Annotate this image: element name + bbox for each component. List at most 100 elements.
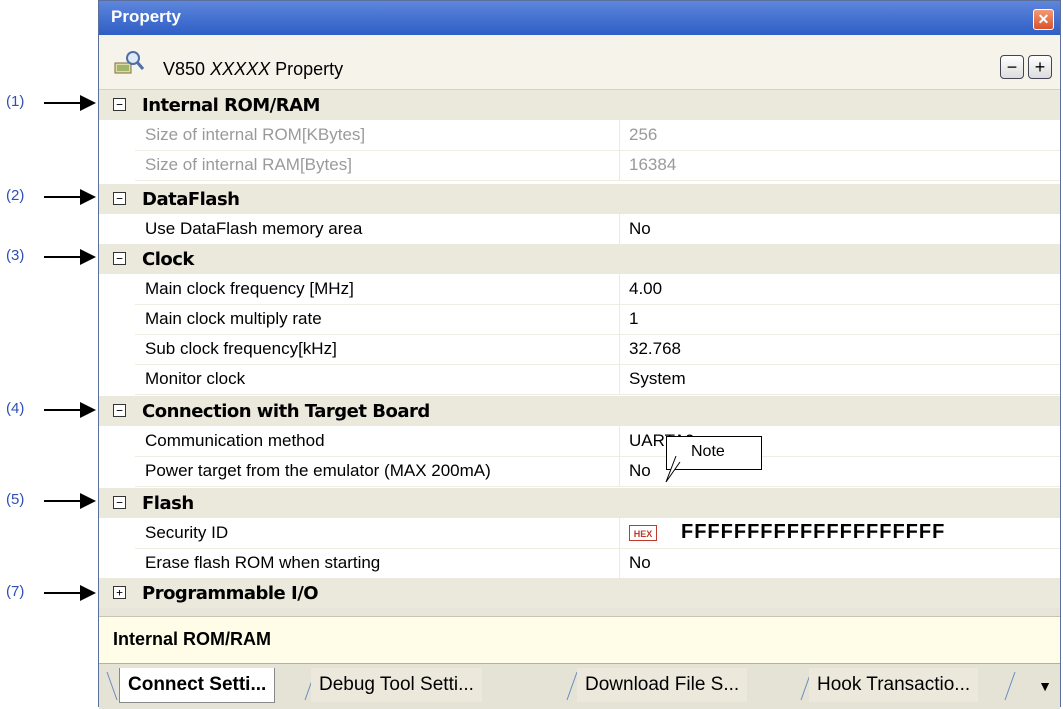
collapse-icon[interactable]: − <box>113 98 126 111</box>
arrow-line <box>44 409 80 411</box>
property-row-main-clock-frequency[interactable]: Main clock frequency [MHz] 4.00 <box>135 274 1060 305</box>
category-programmable-io[interactable]: + Programmable I/O <box>99 578 1060 608</box>
collapse-icon[interactable]: − <box>113 496 126 509</box>
column-divider <box>619 274 620 304</box>
debug-tool-icon <box>114 51 145 74</box>
property-name: Use DataFlash memory area <box>145 219 363 238</box>
property-row-rom-size[interactable]: Size of internal ROM[KBytes] 256 <box>135 120 1060 151</box>
property-row-main-clock-multiply[interactable]: Main clock multiply rate 1 <box>135 304 1060 335</box>
arrow-line <box>44 196 80 198</box>
arrow-right-icon <box>80 402 96 418</box>
column-divider <box>619 120 620 150</box>
arrow-line <box>44 592 80 594</box>
category-clock[interactable]: − Clock <box>99 244 1060 274</box>
callout-4: (4) <box>0 399 100 421</box>
tab-separator <box>1004 671 1016 701</box>
category-flash[interactable]: − Flash <box>99 488 1060 518</box>
callout-number: (3) <box>6 247 25 264</box>
property-name: Communication method <box>145 431 325 450</box>
collapse-icon[interactable]: − <box>113 404 126 417</box>
note-label: Note <box>691 443 725 460</box>
tab-debug-tool-settings[interactable]: Debug Tool Setti... <box>311 668 482 702</box>
property-row-ram-size[interactable]: Size of internal RAM[Bytes] 16384 <box>135 150 1060 181</box>
column-divider <box>619 214 620 244</box>
property-row-communication-method[interactable]: Communication method UARTA0 <box>135 426 1060 457</box>
column-divider <box>619 548 620 578</box>
property-value: System <box>629 369 686 388</box>
column-divider <box>619 334 620 364</box>
property-name: Power target from the emulator (MAX 200m… <box>145 461 491 480</box>
expand-all-button[interactable]: + <box>1028 55 1052 79</box>
property-name: Security ID <box>145 523 229 542</box>
expand-icon[interactable]: + <box>113 586 126 599</box>
window-title: Property <box>111 7 181 26</box>
property-row-security-id[interactable]: Security ID HEX FFFFFFFFFFFFFFFFFFFF <box>135 518 1060 549</box>
arrow-right-icon <box>80 493 96 509</box>
callout-number: (4) <box>6 400 25 417</box>
category-label: Programmable I/O <box>142 583 319 604</box>
category-label: Flash <box>142 493 194 514</box>
property-value: 32.768 <box>629 339 681 358</box>
category-label: Connection with Target Board <box>142 401 430 422</box>
close-icon: ✕ <box>1037 11 1050 27</box>
tab-bar: Connect Setti... Debug Tool Setti... Dow… <box>99 663 1060 709</box>
property-name: Sub clock frequency[kHz] <box>145 339 337 358</box>
column-divider <box>619 456 620 486</box>
callout-3: (3) <box>0 246 100 268</box>
title-bar[interactable]: Property ✕ <box>99 1 1060 35</box>
collapse-icon[interactable]: − <box>113 252 126 265</box>
property-value: 4.00 <box>629 279 663 298</box>
tab-connect-settings[interactable]: Connect Setti... <box>119 668 276 703</box>
tab-separator <box>106 671 118 701</box>
property-value: No <box>629 219 651 238</box>
callout-number: (1) <box>6 93 25 110</box>
callout-number: (2) <box>6 187 25 204</box>
category-internal-rom-ram[interactable]: − Internal ROM/RAM <box>99 90 1060 120</box>
collapse-icon[interactable]: − <box>113 192 126 205</box>
property-name: Size of internal ROM[KBytes] <box>145 125 366 144</box>
arrow-line <box>44 256 80 258</box>
property-row-sub-clock-frequency[interactable]: Sub clock frequency[kHz] 32.768 <box>135 334 1060 365</box>
header-title: V850 XXXXX Property <box>163 59 344 79</box>
category-dataflash[interactable]: − DataFlash <box>99 184 1060 214</box>
security-id-value[interactable]: FFFFFFFFFFFFFFFFFFFF <box>681 521 945 544</box>
column-divider <box>619 426 620 456</box>
tab-list-dropdown-icon[interactable]: ▼ <box>1038 678 1052 694</box>
property-name: Monitor clock <box>145 369 246 388</box>
property-grid: − Internal ROM/RAM Size of internal ROM[… <box>99 90 1060 608</box>
collapse-all-button[interactable]: − <box>1000 55 1024 79</box>
arrow-right-icon <box>80 95 96 111</box>
close-button[interactable]: ✕ <box>1033 9 1054 30</box>
hex-badge: HEX <box>629 525 657 541</box>
property-window: Property ✕ V850 XXXXX Property − + − Int… <box>98 0 1061 709</box>
callout-5: (5) <box>0 490 100 512</box>
category-connection-target-board[interactable]: − Connection with Target Board <box>99 396 1060 426</box>
note-pointer <box>665 455 681 483</box>
property-row-erase-flash[interactable]: Erase flash ROM when starting No <box>135 548 1060 579</box>
property-value: No <box>629 461 651 480</box>
property-row-use-dataflash[interactable]: Use DataFlash memory area No <box>135 214 1060 245</box>
category-label: DataFlash <box>142 189 240 210</box>
column-divider <box>619 304 620 334</box>
property-name: Size of internal RAM[Bytes] <box>145 155 352 174</box>
tab-download-file-settings[interactable]: Download File S... <box>577 668 748 702</box>
arrow-right-icon <box>80 189 96 205</box>
property-row-power-target[interactable]: Power target from the emulator (MAX 200m… <box>135 456 1060 487</box>
property-header: V850 XXXXX Property − + <box>99 35 1060 90</box>
arrow-right-icon <box>80 585 96 601</box>
property-value: 256 <box>629 125 658 144</box>
property-row-monitor-clock[interactable]: Monitor clock System <box>135 364 1060 395</box>
property-name: Main clock frequency [MHz] <box>145 279 354 298</box>
callout-1: (1) <box>0 92 100 114</box>
arrow-right-icon <box>80 249 96 265</box>
arrow-line <box>44 102 80 104</box>
property-value: 1 <box>629 309 639 328</box>
category-label: Clock <box>142 249 194 270</box>
description-text: Internal ROM/RAM <box>113 629 272 649</box>
callout-number: (5) <box>6 491 25 508</box>
category-label: Internal ROM/RAM <box>142 95 320 116</box>
tab-hook-transaction-settings[interactable]: Hook Transactio... <box>809 668 979 702</box>
property-value: No <box>629 553 651 572</box>
column-divider <box>619 150 620 180</box>
column-divider <box>619 518 620 548</box>
